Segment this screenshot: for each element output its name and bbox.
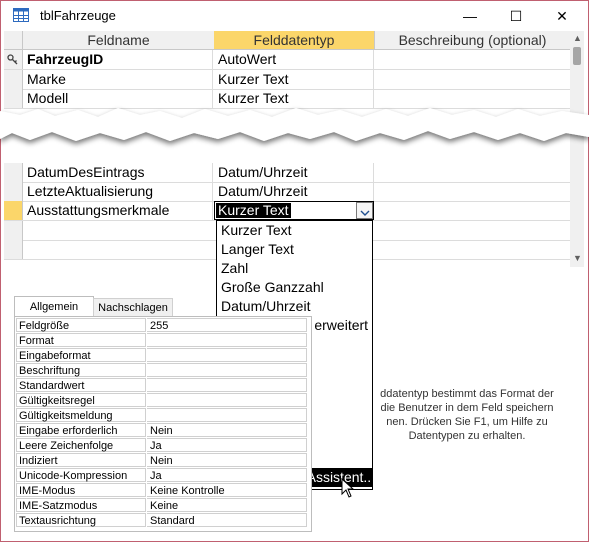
property-label: Gültigkeitsmeldung [16,408,146,422]
property-label: Beschriftung [16,363,146,377]
property-value[interactable]: Keine [147,498,307,512]
field-name-cell[interactable]: Ausstattungsmerkmale [23,201,213,220]
dropdown-option[interactable]: Datum/Uhrzeit [217,297,372,316]
property-value[interactable]: Nein [147,423,307,437]
scroll-up-icon[interactable]: ▲ [573,33,582,43]
combobox-dropdown-button[interactable] [356,202,373,219]
row-selector[interactable] [4,182,23,201]
property-row[interactable]: Eingabeformat [16,348,307,363]
row-selector[interactable] [4,70,23,89]
property-value[interactable]: Ja [147,438,307,452]
property-label: Textausrichtung [16,513,146,527]
field-type-cell[interactable]: Datum/Uhrzeit [214,163,374,182]
maximize-button[interactable]: ☐ [493,1,539,31]
row-selector[interactable] [4,50,23,69]
title-bar[interactable]: tblFahrzeuge — ☐ ✕ [1,1,588,31]
field-description-cell[interactable] [375,182,570,201]
property-label: Eingabeformat [16,348,146,362]
close-button[interactable]: ✕ [539,1,585,31]
scrollbar-thumb[interactable] [573,47,581,65]
field-description-cell[interactable] [375,50,570,69]
dropdown-option[interactable]: Zahl [217,259,372,278]
property-row[interactable]: Textausrichtung Standard [16,513,307,528]
property-value[interactable] [147,408,307,422]
combobox-selected-value[interactable]: Kurzer Text [216,203,291,218]
property-label: Indiziert [16,453,146,467]
help-line: Datentypen zu erhalten. [408,430,526,442]
header-feldname[interactable]: Feldname [23,31,215,50]
field-name-cell[interactable]: Marke [23,70,213,89]
window-title: tblFahrzeuge [40,8,116,23]
field-type-cell[interactable]: Kurzer Text [214,70,374,89]
property-value[interactable]: 255 [147,318,307,332]
help-line: die Benutzer in dem Feld speichern [380,402,554,414]
scroll-down-icon[interactable]: ▼ [573,253,582,263]
property-value[interactable] [147,333,307,347]
property-value[interactable] [147,363,307,377]
property-value[interactable]: Keine Kontrolle [147,483,307,497]
row-selector[interactable] [4,163,23,182]
table-row[interactable]: LetzteAktualisierung Datum/Uhrzeit [4,182,570,202]
property-row[interactable]: Leere Zeichenfolge Ja [16,438,307,453]
mouse-cursor-icon [341,477,355,501]
minimize-button[interactable]: — [447,1,493,31]
field-type-cell[interactable]: AutoWert [214,50,374,69]
tab-allgemein[interactable]: Allgemein [14,296,94,317]
dropdown-option[interactable]: Langer Text [217,240,372,259]
header-beschreibung[interactable]: Beschreibung (optional) [375,31,570,50]
property-value[interactable]: Nein [147,453,307,467]
field-description-cell[interactable] [375,70,570,89]
dropdown-option[interactable]: Große Ganzzahl [217,278,372,297]
property-row[interactable]: Gültigkeitsregel [16,393,307,408]
property-row[interactable]: Eingabe erforderlich Nein [16,423,307,438]
property-value[interactable] [147,378,307,392]
field-name-cell[interactable]: DatumDesEintrags [23,163,213,182]
property-label: Unicode-Kompression [16,468,146,482]
torn-edge: . [0,108,589,141]
field-name-cell[interactable]: LetzteAktualisierung [23,182,213,201]
chevron-down-icon [360,203,370,219]
property-label: Gültigkeitsregel [16,393,146,407]
help-line: nen. Drücken Sie F1, um Hilfe zu [386,416,548,428]
header-corner [4,31,23,50]
property-row[interactable]: IME-Modus Keine Kontrolle [16,483,307,498]
help-line: ddatentyp bestimmt das Format der [380,388,554,400]
table-row[interactable]: DatumDesEintrags Datum/Uhrzeit [4,163,570,183]
header-felddatentyp[interactable]: Felddatentyp [214,31,375,50]
property-row[interactable]: Format [16,333,307,348]
row-selector[interactable] [4,221,23,240]
property-label: Standardwert [16,378,146,392]
property-row[interactable]: IME-Satzmodus Keine [16,498,307,513]
property-label: IME-Modus [16,483,146,497]
row-selector-active[interactable] [4,201,23,220]
primary-key-icon [7,53,19,69]
property-row[interactable]: Gültigkeitsmeldung [16,408,307,423]
field-type-cell[interactable]: Datum/Uhrzeit [214,182,374,201]
table-row[interactable]: FahrzeugID AutoWert [4,50,570,70]
field-name-cell[interactable]: FahrzeugID [23,50,213,69]
property-value[interactable] [147,393,307,407]
table-row[interactable]: Marke Kurzer Text [4,70,570,90]
table-icon [13,8,29,22]
property-label: Eingabe erforderlich [16,423,146,437]
dropdown-option[interactable]: Kurzer Text [217,221,372,240]
property-value[interactable] [147,348,307,362]
property-label: Feldgröße [16,318,146,332]
property-label: IME-Satzmodus [16,498,146,512]
property-label: Leere Zeichenfolge [16,438,146,452]
row-selector[interactable] [4,240,23,259]
property-label: Format [16,333,146,347]
field-description-cell[interactable] [375,201,570,220]
property-value[interactable]: Ja [147,468,307,482]
help-text: ddatentyp bestimmt das Format der die Be… [372,387,562,443]
property-row[interactable]: Unicode-Kompression Ja [16,468,307,483]
property-row[interactable]: Standardwert [16,378,307,393]
property-row[interactable]: Indiziert Nein [16,453,307,468]
property-value[interactable]: Standard [147,513,307,527]
field-description-cell[interactable] [375,163,570,182]
tab-nachschlagen[interactable]: Nachschlagen [93,298,173,318]
property-row[interactable]: Feldgröße 255 [16,318,307,333]
property-row[interactable]: Beschriftung [16,363,307,378]
